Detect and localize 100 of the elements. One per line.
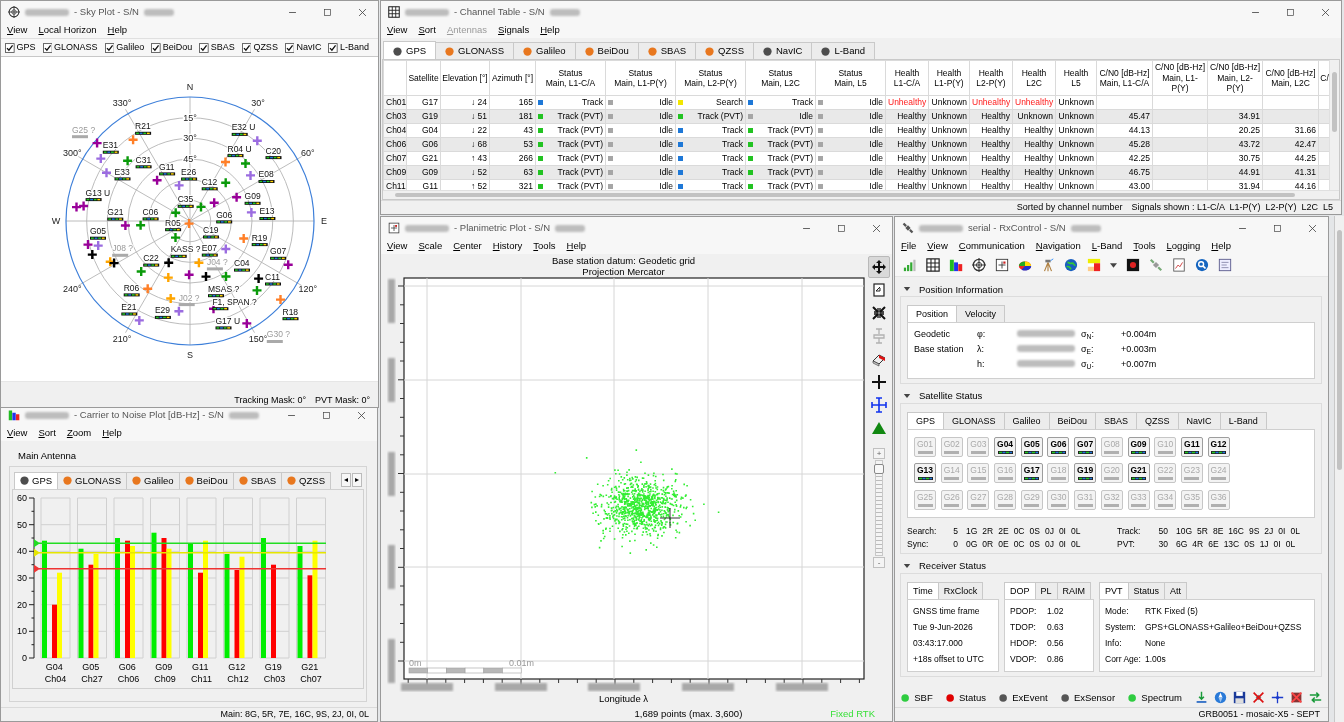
log-off-icon[interactable] (1290, 691, 1303, 705)
slider-thumb[interactable] (874, 464, 884, 474)
menu-item[interactable]: Signals (498, 24, 530, 36)
target-icon[interactable] (972, 258, 986, 273)
save-icon[interactable] (1233, 691, 1246, 705)
scrollbar[interactable] (1334, 216, 1344, 722)
checkbox[interactable] (284, 42, 295, 53)
menu-item[interactable]: Center (453, 240, 482, 252)
tab[interactable]: DOP (1004, 581, 1036, 599)
tab[interactable]: Time (907, 581, 939, 599)
close-icon[interactable] (356, 409, 367, 421)
tab[interactable]: L-Band (1219, 411, 1267, 429)
menu-item[interactable]: Tools (533, 240, 556, 252)
tab[interactable]: Galileo (513, 42, 576, 60)
scrollbar[interactable] (1329, 60, 1339, 191)
compass-icon[interactable] (1214, 691, 1227, 705)
table-icon[interactable] (926, 258, 940, 273)
menu-item[interactable]: History (492, 240, 523, 252)
document-icon[interactable] (1218, 258, 1232, 273)
tab[interactable]: BeiDou (1048, 411, 1097, 429)
menu-item[interactable]: Sort (38, 427, 56, 439)
menu-item[interactable]: Help (1211, 240, 1231, 252)
satellite-button[interactable]: G17 (1020, 463, 1043, 484)
tool-button[interactable] (868, 256, 890, 279)
menu-item[interactable]: File (901, 240, 917, 252)
column-header[interactable]: C/N0 [dB-Hz] Main, L2-P(Y) (1207, 60, 1263, 96)
tab[interactable]: GLONASS (57, 471, 127, 489)
tripod-icon[interactable] (1041, 258, 1055, 273)
close-icon[interactable] (1320, 6, 1331, 18)
zoom-out-button[interactable]: - (873, 557, 885, 569)
tab[interactable]: BeiDou (178, 471, 234, 489)
tab[interactable]: L-Band (811, 42, 876, 60)
menu-item[interactable]: Help (102, 427, 122, 439)
column-header[interactable]: Status Main, L2-P(Y) (675, 60, 746, 96)
close-icon[interactable] (871, 222, 882, 234)
expander-icon[interactable] (903, 561, 911, 570)
tab[interactable]: SBAS (637, 42, 697, 60)
tab[interactable]: GPS (14, 471, 59, 489)
tab[interactable]: PL (1034, 581, 1058, 599)
scroll-button[interactable]: ◂ (341, 473, 351, 488)
tab[interactable]: GLONASS (435, 42, 514, 60)
column-header[interactable]: Satellite (406, 60, 441, 96)
satellite-button[interactable]: G19 (1074, 463, 1097, 484)
tab[interactable]: PVT (1099, 581, 1129, 599)
download-icon[interactable] (1195, 691, 1208, 705)
menu-item[interactable]: L-Band (1091, 240, 1123, 252)
signal-bars-icon[interactable] (903, 258, 917, 273)
column-header[interactable]: Health L1-C/A (885, 60, 929, 96)
menu-item[interactable]: Sort (418, 24, 436, 36)
menu-item[interactable]: Scale (418, 240, 443, 252)
tab[interactable]: QZSS (1136, 411, 1179, 429)
tab[interactable]: Velocity (956, 305, 1006, 323)
maximize-icon[interactable] (1285, 6, 1296, 18)
tab[interactable]: GPS (383, 41, 437, 60)
menu-item[interactable]: Help (107, 24, 128, 36)
tab[interactable]: GLONASS (943, 411, 1005, 429)
checkbox[interactable] (241, 42, 252, 53)
menu-item[interactable]: Logging (1166, 240, 1201, 252)
menu-item[interactable]: View (927, 240, 948, 252)
chart-icon[interactable] (1172, 258, 1186, 273)
checkbox[interactable] (328, 42, 338, 53)
tab[interactable]: QZSS (695, 42, 754, 60)
satellite-off-icon[interactable] (1252, 691, 1265, 705)
column-header[interactable]: Status Main, L1-P(Y) (605, 60, 676, 96)
tab[interactable]: GPS (907, 411, 944, 429)
tab[interactable]: NavIC (753, 42, 813, 60)
satellite-button[interactable]: G12 (1207, 436, 1230, 457)
menu-item[interactable]: Help (540, 24, 560, 36)
column-header[interactable]: Status Main, L5 (815, 60, 886, 96)
menu-item[interactable]: View (7, 427, 28, 439)
maximize-icon[interactable] (322, 6, 333, 18)
tab[interactable]: RAIM (1056, 581, 1092, 599)
tab[interactable]: SBAS (232, 471, 283, 489)
zoom-in-button[interactable]: + (873, 448, 885, 460)
tab[interactable]: Att (1164, 581, 1188, 599)
satellite-button[interactable]: G07 (1074, 436, 1097, 457)
checkbox[interactable] (199, 42, 209, 53)
close-icon[interactable] (1307, 222, 1318, 234)
tab[interactable]: Galileo (1003, 411, 1050, 429)
tab[interactable]: BeiDou (574, 42, 639, 60)
menu-item[interactable]: Help (566, 240, 587, 252)
satellite-button[interactable]: G11 (1180, 436, 1203, 457)
satellite-button[interactable]: G21 (1127, 463, 1150, 484)
satellite-button[interactable]: G05 (1020, 436, 1043, 457)
checkbox[interactable] (42, 42, 53, 53)
column-header[interactable]: C/N0 [dB-Hz] Main, L1-P(Y) (1152, 60, 1208, 96)
menu-item[interactable]: Navigation (1035, 240, 1081, 252)
satellite-button[interactable]: G09 (1127, 436, 1150, 457)
tab[interactable]: Galileo (126, 471, 180, 489)
maximize-icon[interactable] (1272, 222, 1283, 234)
menu-item[interactable]: View (387, 24, 408, 36)
tab[interactable]: SBAS (1095, 411, 1138, 429)
column-header[interactable]: Health L2-P(Y) (969, 60, 1013, 96)
tab[interactable]: NavIC (1177, 411, 1221, 429)
tab[interactable]: RxClock (937, 581, 984, 599)
bar-chart-icon[interactable] (949, 258, 963, 273)
column-header[interactable]: Status Main, L1-C/A (535, 60, 606, 96)
close-icon[interactable] (357, 6, 368, 18)
scrollbar[interactable] (383, 190, 1339, 200)
satellite-button[interactable]: G06 (1047, 436, 1070, 457)
